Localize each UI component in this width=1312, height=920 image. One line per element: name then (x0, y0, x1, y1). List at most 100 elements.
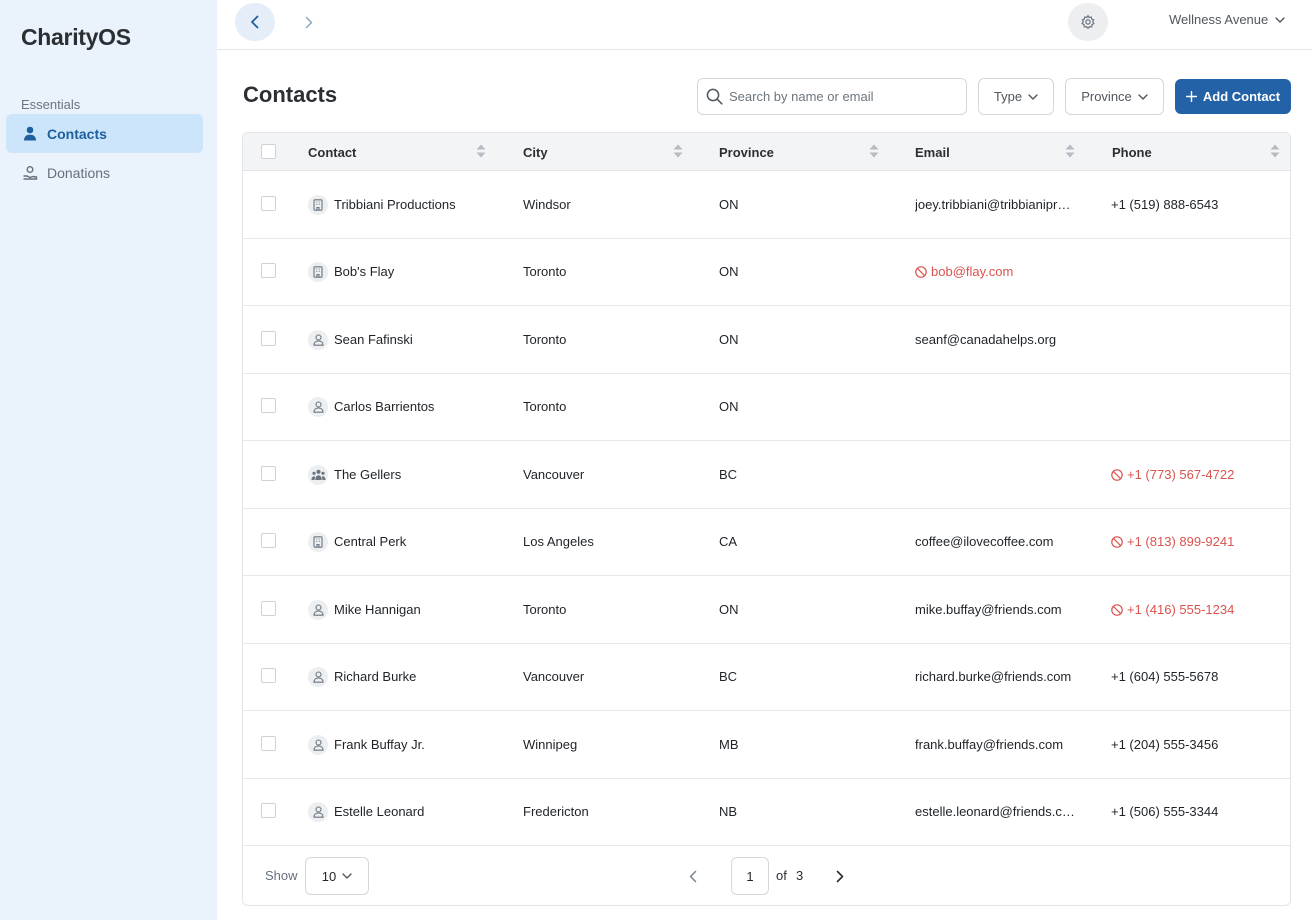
organization-selector[interactable]: Wellness Avenue (1169, 12, 1285, 27)
email-text: mike.buffay@friends.com (915, 602, 1062, 617)
back-button[interactable] (235, 3, 275, 41)
column-header-province[interactable]: Province (719, 133, 774, 171)
search-box[interactable] (697, 78, 967, 115)
sidebar-item-contacts[interactable]: Contacts (6, 114, 203, 153)
type-filter-label: Type (993, 89, 1023, 104)
contact-name[interactable]: Sean Fafinski (334, 332, 413, 347)
contact-name[interactable]: Estelle Leonard (334, 804, 424, 819)
phone-cell: +1 (604) 555-5678 (1111, 643, 1218, 710)
contact-cell[interactable]: Carlos Barrientos (308, 373, 434, 440)
forward-button[interactable] (297, 3, 321, 41)
sidebar-item-label: Contacts (47, 125, 107, 142)
table-row[interactable]: Mike Hannigan Toronto ON mike.buffay@friend… (243, 576, 1290, 644)
chevron-down-icon (1138, 93, 1148, 100)
phone-text: +1 (604) 555-5678 (1111, 669, 1219, 684)
contact-cell[interactable]: Estelle Leonard (308, 778, 424, 845)
contact-cell[interactable]: Frank Buffay Jr. (308, 711, 425, 778)
person-icon (308, 329, 328, 350)
page-number-input[interactable]: 1 (731, 857, 769, 895)
sidebar-item-donations[interactable]: Donations (6, 153, 203, 192)
type-filter-dropdown[interactable]: Type (978, 78, 1054, 115)
person-icon (308, 734, 328, 755)
next-page-button[interactable] (831, 866, 849, 886)
search-icon (706, 88, 723, 105)
row-checkbox[interactable] (261, 736, 276, 751)
row-checkbox[interactable] (261, 263, 276, 278)
column-header-email[interactable]: Email (915, 133, 950, 171)
search-input[interactable] (729, 89, 959, 104)
table-row[interactable]: The Gellers Vancouver BC +1 (773) 567-4722 (243, 441, 1290, 509)
select-all-checkbox[interactable] (261, 144, 276, 159)
contact-cell[interactable]: Sean Fafinski (308, 306, 413, 373)
sort-icon[interactable] (673, 144, 683, 158)
row-checkbox[interactable] (261, 668, 276, 683)
phone-text: +1 (204) 555-3456 (1111, 737, 1219, 752)
person-icon (308, 666, 328, 687)
table-row[interactable]: Estelle Leonard Fredericton NB estelle.leon… (243, 778, 1290, 846)
contact-cell[interactable]: Central Perk (308, 508, 406, 575)
contact-name[interactable]: Frank Buffay Jr. (334, 737, 425, 752)
add-contact-button[interactable]: Add Contact (1175, 79, 1291, 114)
province-filter-dropdown[interactable]: Province (1065, 78, 1164, 115)
chevron-down-icon (1028, 93, 1038, 100)
contact-name[interactable]: Tribbiani Productions (334, 197, 456, 212)
table-row[interactable]: Frank Buffay Jr. Winnipeg MB frank.buffay@f… (243, 711, 1290, 779)
previous-page-button[interactable] (684, 866, 702, 886)
table-row[interactable]: Sean Fafinski Toronto ON seanf@canadahelps.… (243, 306, 1290, 374)
table-row[interactable]: Tribbiani Productions Windsor ON joey.tribb… (243, 171, 1290, 239)
page-of-label: of (776, 868, 787, 883)
contact-name[interactable]: Central Perk (334, 534, 406, 549)
sort-icon[interactable] (1065, 144, 1075, 158)
contact-cell[interactable]: Tribbiani Productions (308, 171, 456, 238)
row-checkbox[interactable] (261, 466, 276, 481)
phone-text: +1 (416) 555-1234 (1127, 602, 1235, 617)
city-cell: Toronto (523, 602, 567, 617)
row-checkbox[interactable] (261, 533, 276, 548)
page-size-value: 10 (321, 868, 337, 884)
row-checkbox[interactable] (261, 398, 276, 413)
sort-icon[interactable] (476, 144, 486, 158)
total-pages: 3 (796, 868, 804, 883)
province-cell: ON (719, 264, 739, 279)
email-text: bob@flay.com (931, 264, 1014, 279)
nav-section-label: Essentials (21, 97, 81, 112)
app-logo: CharityOS (21, 24, 131, 50)
province-cell: NB (719, 804, 738, 819)
table-row[interactable]: Carlos Barrientos Toronto ON (243, 373, 1290, 441)
sort-icon[interactable] (1270, 144, 1280, 158)
city-cell: Toronto (523, 399, 567, 414)
page-size-select[interactable]: 10 (305, 857, 369, 895)
column-header-city[interactable]: City (523, 133, 548, 171)
building-icon (308, 531, 328, 552)
chevron-left-icon (689, 870, 697, 882)
sort-icon[interactable] (869, 144, 879, 158)
group-icon (308, 464, 328, 485)
city-cell: Vancouver (523, 669, 585, 684)
contact-name[interactable]: Richard Burke (334, 669, 416, 684)
row-checkbox[interactable] (261, 196, 276, 211)
contact-name[interactable]: Carlos Barrientos (334, 399, 434, 414)
contact-name[interactable]: Bob's Flay (334, 264, 394, 279)
contact-cell[interactable]: Bob's Flay (308, 238, 394, 305)
city-cell: Windsor (523, 197, 571, 212)
contact-cell[interactable]: The Gellers (308, 441, 401, 508)
contact-name[interactable]: The Gellers (334, 467, 401, 482)
row-checkbox[interactable] (261, 331, 276, 346)
row-checkbox[interactable] (261, 601, 276, 616)
column-header-phone[interactable]: Phone (1112, 133, 1152, 171)
contact-cell[interactable]: Richard Burke (308, 643, 416, 710)
column-header-contact[interactable]: Contact (308, 133, 356, 171)
contact-name[interactable]: Mike Hannigan (334, 602, 421, 617)
province-cell: ON (719, 197, 739, 212)
phone-text: +1 (813) 899-9241 (1127, 534, 1235, 549)
email-text: joey.tribbiani@tribbianipro... (915, 197, 1075, 212)
table-row[interactable]: Richard Burke Vancouver BC richard.burke@fr… (243, 643, 1290, 711)
province-cell: MB (719, 737, 739, 752)
table-row[interactable]: Central Perk Los Angeles CA coffee@ilovecof… (243, 508, 1290, 576)
page-title: Contacts (243, 82, 338, 107)
gear-icon (1081, 14, 1095, 30)
table-row[interactable]: Bob's Flay Toronto ON bob@flay.com (243, 238, 1290, 306)
row-checkbox[interactable] (261, 803, 276, 818)
contact-cell[interactable]: Mike Hannigan (308, 576, 421, 643)
settings-button[interactable] (1068, 3, 1108, 41)
